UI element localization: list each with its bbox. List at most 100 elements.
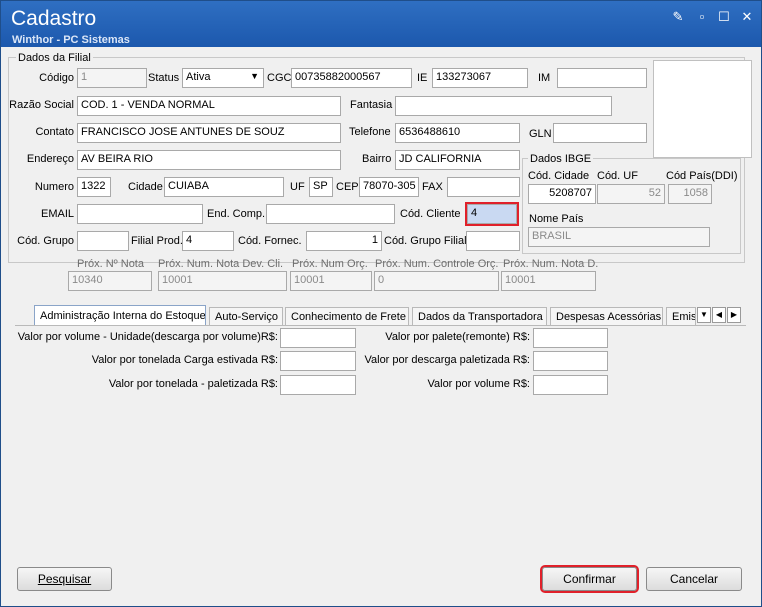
numero-label: Numero <box>34 181 74 193</box>
cidade-label: Cidade <box>128 181 163 193</box>
tab-emiss[interactable]: Emiss <box>666 307 696 326</box>
cod-grupo-filial-label: Cód. Grupo Filial <box>384 235 467 247</box>
cod-fornec-field[interactable]: 1 <box>306 231 382 251</box>
valor-tonelada-estivada-label: Valor por tonelada Carga estivada R$: <box>91 354 278 366</box>
ie-field[interactable]: 133273067 <box>432 68 528 88</box>
prox-nota-d-field[interactable]: 10001 <box>501 271 596 291</box>
valor-volume-unidade-field[interactable] <box>280 328 356 348</box>
dados-filial-label: Dados da Filial <box>16 52 93 64</box>
form-body: Dados da Filial Código 1 Status Ativa ▼ … <box>4 47 759 605</box>
valor-tonelada-estivada-field[interactable] <box>280 351 356 371</box>
im-field[interactable] <box>557 68 647 88</box>
razao-social-field[interactable]: COD. 1 - VENDA NORMAL <box>77 96 341 116</box>
close-icon[interactable]: ✕ <box>740 10 754 24</box>
nome-pais-field[interactable]: BRASIL <box>528 227 710 247</box>
pesquisar-label: Pesquisar <box>37 572 92 586</box>
window-title: Cadastro <box>11 7 97 30</box>
prox-nota-field[interactable]: 10340 <box>68 271 152 291</box>
tab-strip: Administração Interna do Estoque Auto-Se… <box>16 305 746 326</box>
valor-descarga-paletizada-label: Valor por descarga paletizada R$: <box>364 354 530 366</box>
telefone-field[interactable]: 6536488610 <box>395 123 520 143</box>
codigo-field[interactable]: 1 <box>77 68 147 88</box>
fax-field[interactable] <box>447 177 520 197</box>
cidade-field[interactable]: CUIABA <box>164 177 284 197</box>
tab-auto-servico[interactable]: Auto-Serviço <box>209 307 283 326</box>
nome-pais-label: Nome País <box>529 213 584 225</box>
email-field[interactable] <box>77 204 203 224</box>
maximize-icon[interactable]: ☐ <box>717 10 731 24</box>
valor-tonelada-paletizada-label: Valor por tonelada - paletizada R$: <box>108 378 278 390</box>
cod-cidade-field[interactable]: 5208707 <box>528 184 596 204</box>
cep-label: CEP <box>336 181 359 193</box>
chevron-down-icon: ▼ <box>250 71 259 81</box>
contato-label: Contato <box>35 126 74 138</box>
valor-descarga-paletizada-field[interactable] <box>533 351 608 371</box>
end-comp-field[interactable] <box>266 204 395 224</box>
uf-field[interactable]: SP <box>309 177 333 197</box>
cadastro-window: Cadastro Winthor - PC Sistemas ✎ ▫ ☐ ✕ D… <box>0 0 762 607</box>
tab-dados-transportadora[interactable]: Dados da Transportadora <box>412 307 547 326</box>
status-label: Status <box>148 72 180 84</box>
cod-fornec-label: Cód. Fornec. <box>238 235 302 247</box>
valor-tonelada-paletizada-field[interactable] <box>280 375 356 395</box>
valor-palete-field[interactable] <box>533 328 608 348</box>
tab-scroll-left-icon[interactable]: ◀ <box>712 307 726 323</box>
telefone-label: Telefone <box>349 126 391 138</box>
title-bar[interactable]: Cadastro Winthor - PC Sistemas ✎ ▫ ☐ ✕ <box>1 1 761 47</box>
prox-nota-d-label: Próx. Num. Nota D. <box>503 258 599 270</box>
uf-label: UF <box>290 181 305 193</box>
valor-palete-label: Valor por palete(remonte) R$: <box>385 331 530 343</box>
edit-icon[interactable]: ✎ <box>671 10 685 24</box>
prox-controle-orc-label: Próx. Num. Controle Orç. <box>375 258 499 270</box>
email-label: EMAIL <box>40 208 74 220</box>
prox-nota-label: Próx. Nº Nota <box>77 258 144 270</box>
window-subtitle: Winthor - PC Sistemas <box>12 34 130 46</box>
codigo-label: Código <box>39 72 74 84</box>
valor-volume-label: Valor por volume R$: <box>427 378 530 390</box>
fax-label: FAX <box>422 181 443 193</box>
endereco-field[interactable]: AV BEIRA RIO <box>77 150 341 170</box>
cancelar-button[interactable]: Cancelar <box>646 567 742 591</box>
cgc-field[interactable]: 00735882000567 <box>291 68 412 88</box>
cod-uf-field[interactable]: 52 <box>597 184 665 204</box>
bairro-field[interactable]: JD CALIFORNIA <box>395 150 520 170</box>
endereco-label: Endereço <box>26 153 74 165</box>
dados-ibge-label: Dados IBGE <box>528 153 594 165</box>
status-select[interactable]: Ativa ▼ <box>182 68 264 88</box>
confirmar-button[interactable]: Confirmar <box>540 565 639 593</box>
tab-conhecimento-frete[interactable]: Conhecimento de Frete <box>285 307 409 326</box>
valor-volume-unidade-label: Valor por volume - Unidade(descarga por … <box>17 331 278 343</box>
prox-orc-label: Próx. Num Orç. <box>292 258 368 270</box>
filial-prod-field[interactable]: 4 <box>182 231 234 251</box>
cod-cliente-field[interactable]: 4 <box>465 202 519 226</box>
cod-pais-field[interactable]: 1058 <box>668 184 712 204</box>
minimize-icon[interactable]: ▫ <box>695 10 709 24</box>
prox-controle-orc-field[interactable]: 0 <box>374 271 499 291</box>
status-value: Ativa <box>186 71 211 83</box>
cod-grupo-filial-field[interactable] <box>466 231 520 251</box>
valor-volume-field[interactable] <box>533 375 608 395</box>
prox-nota-dev-field[interactable]: 10001 <box>158 271 287 291</box>
cgc-label: CGC <box>267 72 292 84</box>
tab-despesas-acessorias[interactable]: Despesas Acessórias <box>550 307 663 326</box>
tab-scroll-right-icon[interactable]: ▶ <box>727 307 741 323</box>
cep-field[interactable]: 78070-305 <box>359 177 419 197</box>
fantasia-field[interactable] <box>395 96 612 116</box>
razao-social-label: Razão Social <box>9 99 74 111</box>
pesquisar-button[interactable]: Pesquisar <box>17 567 112 591</box>
prox-nota-dev-label: Próx. Num. Nota Dev. Cli. <box>158 258 284 270</box>
end-comp-label: End. Comp. <box>207 208 266 220</box>
cod-grupo-field[interactable] <box>77 231 129 251</box>
tab-administracao-estoque[interactable]: Administração Interna do Estoque <box>34 305 206 326</box>
numero-field[interactable]: 1322 <box>77 177 111 197</box>
tab-menu-icon[interactable]: ▼ <box>697 307 711 323</box>
gln-label: GLN <box>529 128 552 140</box>
fantasia-label: Fantasia <box>350 99 393 111</box>
photo-box[interactable] <box>653 60 752 158</box>
gln-field[interactable] <box>553 123 647 143</box>
cod-pais-label: Cód País(DDI) <box>666 170 738 182</box>
prox-orc-field[interactable]: 10001 <box>290 271 372 291</box>
filial-prod-label: Filial Prod. <box>131 235 183 247</box>
cod-cliente-label: Cód. Cliente <box>400 208 461 220</box>
contato-field[interactable]: FRANCISCO JOSE ANTUNES DE SOUZ <box>77 123 341 143</box>
